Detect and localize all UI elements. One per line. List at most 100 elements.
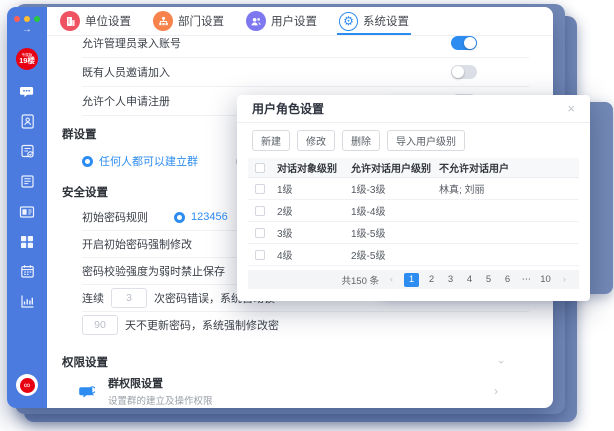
section-title-text: 安全设置 (62, 184, 108, 200)
tab-unit-settings[interactable]: 单位设置 (60, 7, 131, 35)
stats-chart-icon[interactable] (19, 293, 36, 310)
permission-settings-header: 权限设置 › (62, 354, 529, 370)
password-rule-value: 123456 (191, 211, 228, 223)
users-icon (246, 11, 266, 31)
tab-department-settings[interactable]: 部门设置 (153, 7, 224, 35)
sidebar: → 专属版 19楼 (7, 7, 47, 408)
close-window-button[interactable] (14, 16, 20, 22)
allowed-cell: 2级-5级 (351, 247, 439, 262)
expire-days-input[interactable] (82, 315, 118, 335)
page-button-2[interactable]: 2 (425, 274, 438, 285)
tab-user-settings[interactable]: 用户设置 (246, 7, 317, 35)
page-button-1[interactable]: 1 (404, 273, 419, 287)
dialog-header: 用户角色设置 × (237, 95, 590, 123)
total-count: 共150 条 (342, 273, 380, 287)
column-header: 不允许对话用户 (439, 160, 579, 175)
device-check-icon[interactable] (19, 143, 36, 160)
create-button[interactable]: 新建 (252, 130, 290, 151)
minimize-window-button[interactable] (24, 16, 30, 22)
tab-label: 系统设置 (363, 13, 409, 29)
pagination-bar: 共150 条 ‹ 1 2 3 4 5 6 ⋯ 10 › (248, 270, 579, 289)
perm-item-desc: 设置群的建立及操作权限 (108, 393, 213, 407)
page-button-5[interactable]: 5 (482, 274, 495, 285)
message-icon[interactable] (19, 83, 36, 100)
table-header-row: 对话对象级别 允许对话用户级别 不允许对话用户 (248, 158, 579, 178)
video-message-icon[interactable] (19, 203, 36, 220)
page-button-10[interactable]: 10 (539, 274, 552, 285)
setting-label: 天不更新密码，系统强制修改密 (125, 317, 279, 333)
radio-anyone-create-group[interactable] (82, 156, 93, 167)
building-icon (60, 11, 80, 31)
modify-button[interactable]: 修改 (297, 130, 335, 151)
role-table: 对话对象级别 允许对话用户级别 不允许对话用户 1级 1级-3级 林真; 刘丽 … (248, 158, 579, 266)
import-user-level-button[interactable]: 导入用户级别 (387, 130, 465, 151)
allowed-cell: 1级-4级 (351, 203, 439, 218)
select-all-checkbox[interactable] (255, 163, 265, 173)
tab-bar: 单位设置 部门设置 用户设置 ⚙ 系统设置 (47, 7, 553, 36)
profile-avatar[interactable]: ∞ (16, 374, 38, 396)
chat-bubble-icon (77, 382, 95, 400)
section-title-text: 权限设置 (62, 354, 108, 370)
tab-label: 单位设置 (85, 13, 131, 29)
tab-system-settings[interactable]: ⚙ 系统设置 (339, 7, 409, 35)
badge-top-text: 专属版 (22, 53, 33, 57)
close-icon[interactable]: × (567, 102, 575, 115)
table-row[interactable]: 1级 1级-3级 林真; 刘丽 (248, 178, 579, 200)
row-checkbox[interactable] (255, 206, 265, 216)
contacts-icon[interactable] (19, 113, 36, 130)
tab-label: 用户设置 (271, 13, 317, 29)
section-title-text: 群设置 (62, 126, 97, 142)
setting-row-admin-entry: 允许管理员录入账号 (82, 36, 529, 58)
forward-arrow-icon[interactable]: → (22, 25, 32, 35)
perm-item-title: 群权限设置 (108, 375, 213, 391)
window-controls (14, 16, 40, 22)
setting-label: 既有人员邀请加入 (82, 64, 170, 80)
tab-label: 部门设置 (178, 13, 224, 29)
table-row[interactable]: 3级 1级-5级 (248, 222, 579, 244)
invite-toggle[interactable] (451, 65, 477, 79)
chevron-down-icon[interactable]: › (495, 360, 507, 364)
apps-grid-icon[interactable] (19, 233, 36, 250)
allowed-cell: 1级-3级 (351, 181, 439, 196)
more-pages-ellipsis[interactable]: ⋯ (520, 274, 533, 285)
level-cell: 2级 (265, 203, 351, 218)
dialog-toolbar: 新建 修改 删除 导入用户级别 (237, 123, 590, 156)
table-row[interactable]: 4级 2级-5级 (248, 244, 579, 266)
admin-entry-toggle[interactable] (451, 36, 477, 50)
setting-row-password-expiry: 天不更新密码，系统强制修改密 (82, 312, 529, 338)
radio-label: 任何人都可以建立群 (99, 153, 198, 169)
app-logo-badge: 专属版 19楼 (16, 48, 38, 70)
row-checkbox[interactable] (255, 184, 265, 194)
news-icon[interactable] (19, 173, 36, 190)
user-role-settings-dialog: 用户角色设置 × 新建 修改 删除 导入用户级别 对话对象级别 允许对话用户级别… (237, 95, 590, 301)
level-cell: 3级 (265, 225, 351, 240)
lock-attempts-input[interactable] (111, 288, 147, 308)
row-checkbox[interactable] (255, 250, 265, 260)
avatar-logo-mark: ∞ (20, 378, 35, 393)
setting-row-invite: 既有人员邀请加入 (82, 58, 529, 87)
delete-button[interactable]: 删除 (342, 130, 380, 151)
prev-page-button[interactable]: ‹ (385, 274, 398, 285)
row-checkbox[interactable] (255, 228, 265, 238)
column-header: 允许对话用户级别 (351, 160, 439, 175)
org-chart-icon (153, 11, 173, 31)
setting-label: 密码校验强度为弱时禁止保存 (82, 263, 225, 279)
setting-label: 允许管理员录入账号 (82, 36, 181, 51)
setting-label: 连续 (82, 290, 104, 306)
allowed-cell: 1级-5级 (351, 225, 439, 240)
badge-main-text: 19楼 (19, 57, 35, 65)
gear-icon: ⚙ (339, 12, 358, 31)
next-page-button[interactable]: › (558, 274, 571, 285)
dialog-title: 用户角色设置 (252, 100, 324, 117)
chevron-right-icon: › (494, 384, 498, 398)
page-button-6[interactable]: 6 (501, 274, 514, 285)
page-button-4[interactable]: 4 (463, 274, 476, 285)
table-row[interactable]: 2级 1级-4级 (248, 200, 579, 222)
level-cell: 1级 (265, 181, 351, 196)
radio-password-123456[interactable] (174, 212, 185, 223)
denied-cell: 林真; 刘丽 (439, 181, 579, 196)
calendar-icon[interactable] (19, 263, 36, 280)
page-button-3[interactable]: 3 (444, 274, 457, 285)
group-permission-item[interactable]: 群权限设置 设置群的建立及操作权限 › (77, 374, 529, 408)
zoom-window-button[interactable] (34, 16, 40, 22)
